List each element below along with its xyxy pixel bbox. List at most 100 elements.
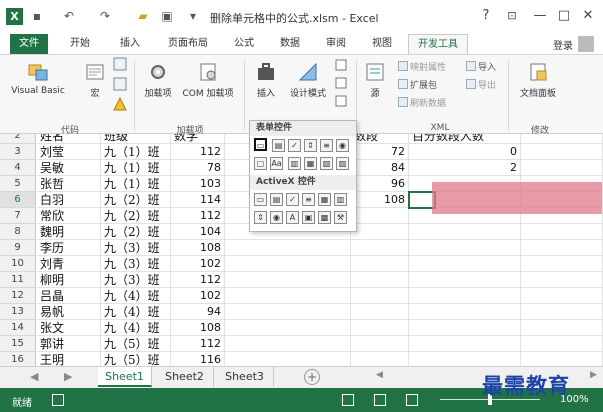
- grid-cell[interactable]: 102: [171, 256, 225, 272]
- grid-cell[interactable]: 九（4）班: [101, 304, 171, 320]
- expansion-packs-button[interactable]: 扩展包: [398, 79, 437, 92]
- grid-cell[interactable]: [521, 304, 603, 320]
- grid-cell[interactable]: [351, 240, 409, 256]
- record-macro-icon[interactable]: [112, 57, 128, 74]
- grid-cell[interactable]: 2: [409, 160, 521, 176]
- grid-cell[interactable]: 刘莹: [37, 144, 101, 160]
- grid-cell[interactable]: [521, 256, 603, 272]
- label-control-icon[interactable]: Aa: [270, 157, 283, 170]
- grid-cell[interactable]: [351, 256, 409, 272]
- grid-cell[interactable]: 78: [171, 160, 225, 176]
- grid-cell[interactable]: 吕晶: [37, 288, 101, 304]
- grid-cell[interactable]: 72: [351, 144, 409, 160]
- grid-cell[interactable]: [409, 240, 521, 256]
- row-header[interactable]: 3: [0, 144, 36, 160]
- row-header[interactable]: 14: [0, 320, 36, 336]
- grid-cell[interactable]: 易帆: [37, 304, 101, 320]
- activex-textbox-icon[interactable]: ▦: [318, 193, 331, 206]
- document-panel-button[interactable]: 文档面板: [514, 61, 562, 99]
- grid-cell[interactable]: 九（4）班: [101, 288, 171, 304]
- run-dialog-icon[interactable]: [334, 95, 348, 110]
- button-form-control-icon[interactable]: ▭: [254, 138, 267, 151]
- activex-toggle-icon[interactable]: ▩: [318, 211, 331, 224]
- grid-cell[interactable]: [521, 224, 603, 240]
- tab-view[interactable]: 视图: [364, 34, 400, 54]
- ribbon-display-icon[interactable]: ⊡: [504, 8, 520, 24]
- next-sheet-icon[interactable]: ▶: [64, 370, 72, 383]
- activex-checkbox-icon[interactable]: ✓: [286, 193, 299, 206]
- minimize-button[interactable]: —: [532, 8, 548, 24]
- spin-button-icon[interactable]: ⇕: [304, 139, 317, 152]
- export-button[interactable]: 导出: [466, 79, 496, 92]
- view-code-icon[interactable]: [334, 77, 348, 92]
- scroll-right-icon[interactable]: ▶: [590, 370, 597, 380]
- grid-cell[interactable]: [225, 240, 351, 256]
- grid-cell[interactable]: 九（3）班: [101, 272, 171, 288]
- sheet-tab-2[interactable]: Sheet2: [156, 367, 214, 387]
- grid-cell[interactable]: 96: [351, 176, 409, 192]
- addins-button[interactable]: 加载项: [138, 61, 178, 99]
- insert-control-button[interactable]: 插入: [250, 61, 282, 99]
- source-button[interactable]: 源: [362, 61, 388, 99]
- redo-icon[interactable]: ↷: [98, 9, 112, 23]
- grid-cell[interactable]: [409, 256, 521, 272]
- text-field-icon[interactable]: ▦: [304, 157, 317, 170]
- macro-record-icon[interactable]: [52, 394, 64, 406]
- grid-cell[interactable]: 108: [171, 240, 225, 256]
- grid-cell[interactable]: 0: [409, 144, 521, 160]
- grid-cell[interactable]: [521, 336, 603, 352]
- maximize-button[interactable]: □: [556, 8, 572, 24]
- grid-cell[interactable]: 九（2）班: [101, 192, 171, 208]
- macro-button[interactable]: 宏: [80, 61, 110, 99]
- grid-cell[interactable]: 九（4）班: [101, 320, 171, 336]
- quick-save-icon[interactable]: ▣: [160, 9, 174, 23]
- grid-cell[interactable]: 九（2）班: [101, 224, 171, 240]
- grid-cell[interactable]: [409, 288, 521, 304]
- sheet-tab-1[interactable]: Sheet1: [98, 367, 152, 387]
- scroll-bar-icon[interactable]: ▥: [288, 157, 301, 170]
- page-break-view-icon[interactable]: [406, 394, 418, 406]
- row-header[interactable]: 7: [0, 208, 36, 224]
- combo-list-edit-icon[interactable]: ▧: [320, 157, 333, 170]
- grid-cell[interactable]: [351, 224, 409, 240]
- macro-security-icon[interactable]: [112, 96, 128, 114]
- grid-cell[interactable]: 张文: [37, 320, 101, 336]
- map-properties-button[interactable]: 映射属性: [398, 61, 446, 74]
- grid-cell[interactable]: 白羽: [37, 192, 101, 208]
- grid-cell[interactable]: 九（1）班: [101, 160, 171, 176]
- grid-cell[interactable]: 112: [171, 144, 225, 160]
- grid-cell[interactable]: [225, 272, 351, 288]
- activex-scrollbar-icon[interactable]: ▥: [334, 193, 347, 206]
- row-header[interactable]: 4: [0, 160, 36, 176]
- activex-label-icon[interactable]: A: [286, 211, 299, 224]
- page-layout-view-icon[interactable]: [374, 394, 386, 406]
- save-icon[interactable]: ▪: [30, 9, 44, 23]
- grid-cell[interactable]: 九（5）班: [101, 336, 171, 352]
- grid-cell[interactable]: [351, 208, 409, 224]
- row-header[interactable]: 13: [0, 304, 36, 320]
- import-button[interactable]: 导入: [466, 61, 496, 74]
- grid-cell[interactable]: [409, 336, 521, 352]
- grid-cell[interactable]: 九（1）班: [101, 176, 171, 192]
- grid-cell[interactable]: 魏明: [37, 224, 101, 240]
- add-sheet-icon[interactable]: +: [304, 369, 320, 385]
- grid-cell[interactable]: 数段: [351, 134, 409, 144]
- help-button[interactable]: ?: [478, 8, 494, 24]
- row-header[interactable]: 9: [0, 240, 36, 256]
- grid-cell[interactable]: [521, 160, 603, 176]
- grid-cell[interactable]: 112: [171, 336, 225, 352]
- activex-button-icon[interactable]: ▭: [254, 193, 267, 206]
- combo-box-icon[interactable]: ▤: [272, 139, 285, 152]
- grid-cell[interactable]: [225, 256, 351, 272]
- grid-cell[interactable]: 114: [171, 192, 225, 208]
- grid-cell[interactable]: [409, 304, 521, 320]
- list-box-icon[interactable]: ≡: [320, 139, 333, 152]
- activex-image-icon[interactable]: ▣: [302, 211, 315, 224]
- normal-view-icon[interactable]: [342, 394, 354, 406]
- grid-cell[interactable]: [521, 320, 603, 336]
- relative-ref-icon[interactable]: [112, 77, 128, 94]
- grid-cell[interactable]: [521, 272, 603, 288]
- grid-cell[interactable]: 116: [171, 352, 225, 366]
- scroll-left-icon[interactable]: ◀: [376, 370, 383, 380]
- group-box-icon[interactable]: ▢: [254, 157, 267, 170]
